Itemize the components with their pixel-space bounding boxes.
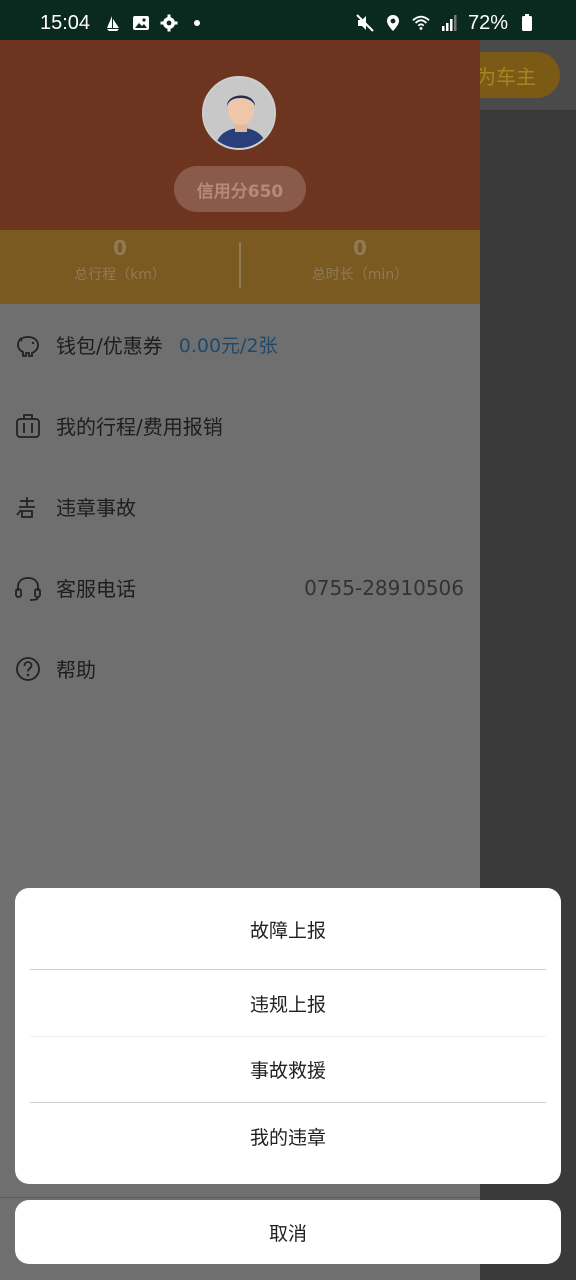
menu-label: 帮助 (56, 658, 96, 682)
status-right-icons: 72% (356, 12, 536, 35)
menu-item-customer-service[interactable]: 客服电话 0755-28910506 (0, 547, 480, 628)
credit-score-badge[interactable]: 信用分650 (174, 166, 306, 212)
sheet-option-label: 事故救援 (249, 1060, 326, 1083)
status-time: 15:04 (40, 11, 91, 34)
cancel-button[interactable]: 取消 (15, 1200, 561, 1264)
menu-label: 违章事故 (56, 496, 136, 520)
headset-icon (14, 574, 42, 602)
sheet-option-accident-rescue[interactable]: 事故救援 (15, 1037, 561, 1103)
wifi-icon (412, 14, 430, 32)
stat-label: 总时长（min） (311, 267, 409, 283)
sheet-option-violation-report[interactable]: 违规上报 (15, 970, 561, 1037)
stat-total-time: 0 总时长（min） (240, 230, 480, 304)
avatar[interactable] (202, 76, 276, 150)
piggy-bank-icon (14, 331, 42, 359)
location-icon (384, 14, 402, 32)
action-sheet: 故障上报 违规上报 事故救援 我的违章 (15, 888, 561, 1184)
violation-icon (14, 493, 42, 521)
gear-icon (160, 14, 178, 32)
menu-item-violations[interactable]: 违章事故 (0, 466, 480, 547)
menu-label: 我的行程/费用报销 (56, 415, 223, 439)
sheet-option-label: 故障上报 (249, 919, 326, 942)
sheet-option-fault-report[interactable]: 故障上报 (15, 888, 561, 970)
image-icon (132, 14, 150, 32)
signal-icon (440, 14, 458, 32)
status-left-icons (104, 14, 206, 32)
suitcase-icon (14, 412, 42, 440)
sheet-option-my-violations[interactable]: 我的违章 (15, 1103, 561, 1170)
sheet-option-label: 我的违章 (249, 1126, 326, 1149)
battery-icon (518, 14, 536, 32)
stat-label: 总行程（km） (74, 267, 166, 283)
menu-item-help[interactable]: 帮助 (0, 628, 480, 709)
stat-total-distance: 0 总行程（km） (0, 230, 240, 304)
sailboat-icon (104, 14, 122, 32)
sheet-option-label: 违规上报 (249, 993, 326, 1016)
battery-percent: 72% (467, 11, 508, 34)
drawer-bottom-divider (0, 1197, 480, 1198)
wallet-balance: 0.00元/2张 (178, 335, 278, 357)
stats-bar: 0 总行程（km） 0 总时长（min） (0, 230, 480, 304)
menu-label: 钱包/优惠券 (56, 334, 163, 358)
stat-value: 0 (113, 236, 127, 260)
stat-value: 0 (353, 236, 367, 260)
service-phone-number[interactable]: 0755-28910506 (304, 576, 464, 600)
menu-label: 客服电话 (56, 577, 136, 601)
profile-header: 信用分650 (0, 40, 480, 230)
help-icon (14, 655, 42, 683)
drawer-menu: 钱包/优惠券 0.00元/2张 我的行程/费用报销 违章事故 客服电话 0755… (0, 304, 480, 709)
menu-item-trips[interactable]: 我的行程/费用报销 (0, 385, 480, 466)
mute-icon (356, 14, 374, 32)
dot-icon (188, 14, 206, 32)
menu-item-wallet[interactable]: 钱包/优惠券 0.00元/2张 (0, 304, 480, 385)
